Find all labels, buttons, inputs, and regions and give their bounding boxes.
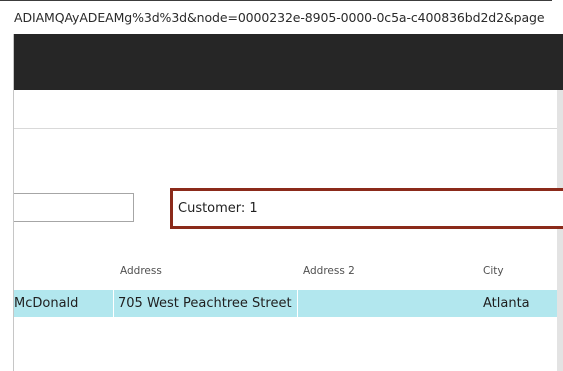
customer-filter-value: Customer: 1	[178, 201, 258, 216]
column-header-address-2[interactable]: Address 2	[303, 265, 355, 277]
cell-city: Atlanta	[483, 296, 530, 311]
app-header-bar	[14, 34, 563, 90]
cell-divider	[113, 290, 114, 317]
cell-divider	[297, 290, 298, 317]
cell-address: 705 West Peachtree Street	[118, 296, 292, 311]
cell-name: McDonald	[14, 296, 79, 311]
action-bar	[14, 90, 557, 129]
url-bar[interactable]: ADIAMQAyADEAMg%3d%3d&node=0000232e-8905-…	[14, 3, 563, 33]
column-header-city[interactable]: City	[483, 265, 504, 277]
search-input[interactable]	[14, 193, 134, 222]
column-header-address[interactable]: Address	[120, 265, 162, 277]
customer-filter-field[interactable]: Customer: 1	[170, 188, 563, 229]
vertical-scrollbar[interactable]	[557, 90, 563, 371]
window-top-border	[0, 0, 552, 1]
url-text: ADIAMQAyADEAMg%3d%3d&node=0000232e-8905-…	[14, 10, 545, 25]
